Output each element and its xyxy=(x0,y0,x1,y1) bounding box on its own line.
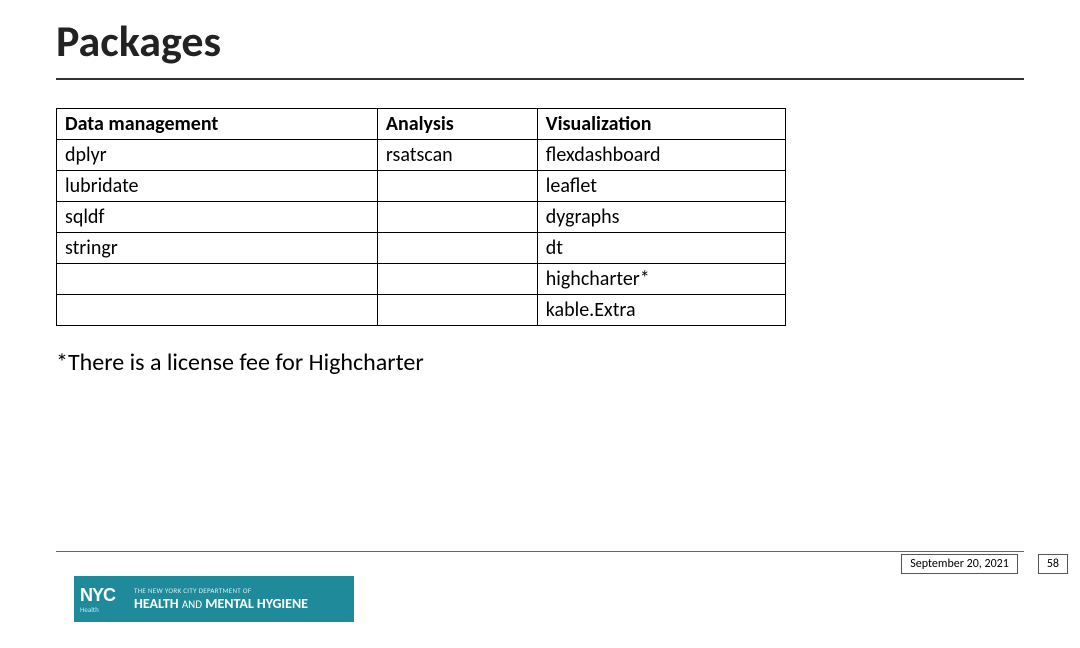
cell xyxy=(377,202,537,233)
logo-right: THE NEW YORK CITY DEPARTMENT OF HEALTH A… xyxy=(128,576,354,622)
cell xyxy=(57,295,378,326)
packages-table: Data management Analysis Visualization d… xyxy=(56,108,786,326)
logo-health: HEALTH xyxy=(134,595,179,612)
table-row: dplyr rsatscan flexdashboard xyxy=(57,140,786,171)
cell xyxy=(377,171,537,202)
page-number: 58 xyxy=(1038,554,1068,574)
footnote: *There is a license fee for Highcharter xyxy=(56,348,1024,377)
cell: highcharter* xyxy=(537,264,785,295)
logo-nyc-text: NYC xyxy=(80,586,128,604)
nyc-health-logo: NYC Health THE NEW YORK CITY DEPARTMENT … xyxy=(74,576,354,622)
cell: leaflet xyxy=(537,171,785,202)
table-row: highcharter* xyxy=(57,264,786,295)
cell: dt xyxy=(537,233,785,264)
col-header-data-management: Data management xyxy=(57,109,378,140)
cell: kable.Extra xyxy=(537,295,785,326)
table-header-row: Data management Analysis Visualization xyxy=(57,109,786,140)
col-header-visualization: Visualization xyxy=(537,109,785,140)
cell xyxy=(57,264,378,295)
logo-and: AND xyxy=(182,598,202,611)
cell: rsatscan xyxy=(377,140,537,171)
logo-mental-hygiene: MENTAL HYGIENE xyxy=(205,595,308,612)
page-title: Packages xyxy=(56,14,1024,68)
title-divider xyxy=(56,78,1024,80)
slide: Packages Data management Analysis Visual… xyxy=(0,0,1080,648)
table-row: sqldf dygraphs xyxy=(57,202,786,233)
footer-right: September 20, 2021 58 xyxy=(901,554,1068,574)
footer-divider xyxy=(56,551,1024,552)
cell: sqldf xyxy=(57,202,378,233)
logo-dept-line2: HEALTH AND MENTAL HYGIENE xyxy=(134,596,354,611)
cell xyxy=(377,233,537,264)
cell xyxy=(377,264,537,295)
cell: stringr xyxy=(57,233,378,264)
cell: dplyr xyxy=(57,140,378,171)
cell: lubridate xyxy=(57,171,378,202)
table-row: lubridate leaflet xyxy=(57,171,786,202)
logo-left: NYC Health xyxy=(74,576,128,622)
table-row: kable.Extra xyxy=(57,295,786,326)
footer-date: September 20, 2021 xyxy=(901,554,1018,574)
cell: flexdashboard xyxy=(537,140,785,171)
cell xyxy=(377,295,537,326)
footer: NYC Health THE NEW YORK CITY DEPARTMENT … xyxy=(56,572,1068,622)
table-row: stringr dt xyxy=(57,233,786,264)
logo-health-small: Health xyxy=(80,606,128,613)
col-header-analysis: Analysis xyxy=(377,109,537,140)
cell: dygraphs xyxy=(537,202,785,233)
